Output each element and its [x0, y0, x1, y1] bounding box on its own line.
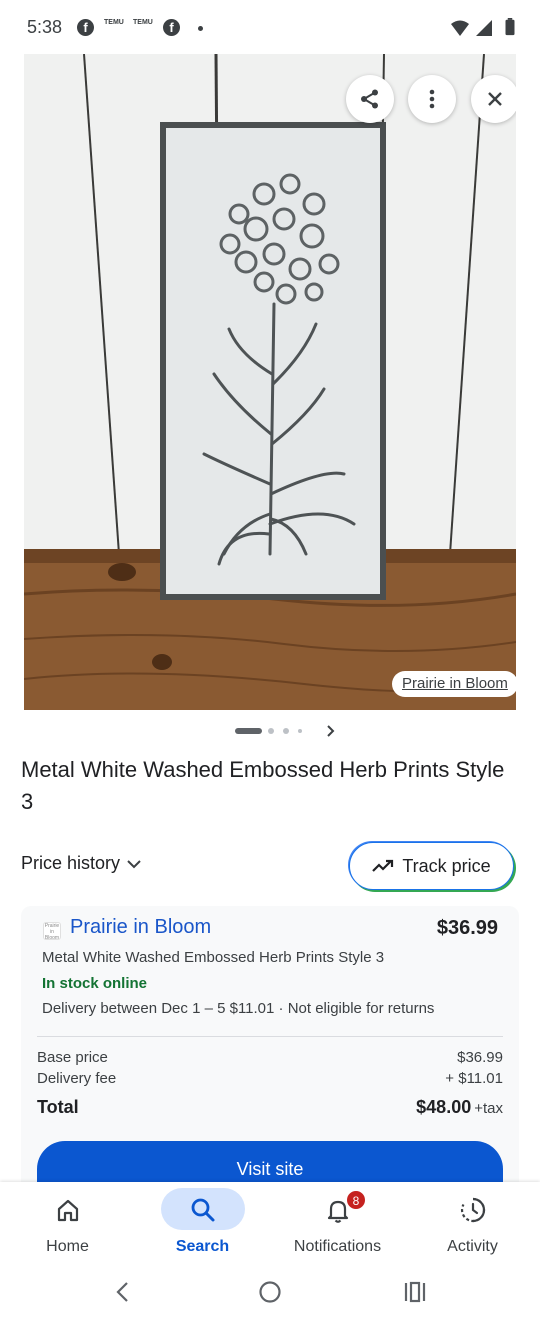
share-button[interactable]: [346, 75, 394, 123]
stock-status: In stock online: [42, 975, 148, 992]
bottom-navigation: Home Search 8 Notifications Activity: [0, 1182, 540, 1266]
search-icon: [191, 1198, 214, 1222]
pager-dot-active[interactable]: [235, 728, 262, 734]
pager-dot[interactable]: [268, 728, 274, 734]
nav-label-search: Search: [175, 1238, 230, 1255]
temu-icon: TEMU: [104, 19, 124, 26]
chevron-right-icon[interactable]: [325, 725, 335, 737]
system-back-button[interactable]: [107, 1276, 139, 1308]
share-icon: [361, 89, 378, 109]
facebook-icon: f: [77, 19, 94, 36]
status-bar: 5:38 f TEMU TEMU f: [0, 0, 540, 54]
system-home-button[interactable]: [254, 1276, 286, 1308]
recents-icon: [404, 1281, 426, 1303]
offer-card: Prairie in Bloom Prairie in Bloom $36.99…: [21, 906, 519, 1196]
dot-icon: [198, 26, 203, 31]
pager-dot[interactable]: [283, 728, 289, 734]
temu-icon: TEMU: [133, 19, 153, 26]
home-icon: [57, 1199, 78, 1222]
delivery-fee-label: Delivery fee: [37, 1070, 117, 1087]
store-name-link[interactable]: Prairie in Bloom: [70, 916, 211, 939]
delivery-fee-value: + $11.01: [445, 1070, 503, 1087]
notification-badge: 8: [346, 1190, 366, 1210]
total-label: Total: [37, 1097, 79, 1117]
facebook-icon: f: [163, 19, 180, 36]
total-tax: +tax: [474, 1100, 503, 1117]
close-icon: [488, 92, 502, 106]
image-pager: [0, 725, 540, 737]
nav-search[interactable]: Search: [135, 1182, 270, 1266]
offer-description: Metal White Washed Embossed Herb Prints …: [42, 949, 385, 966]
nav-notifications[interactable]: 8 Notifications: [270, 1182, 405, 1266]
price-history-toggle[interactable]: Price history: [21, 853, 142, 874]
nav-label-notifications: Notifications: [293, 1238, 382, 1255]
nav-label-activity: Activity: [447, 1238, 498, 1255]
more-vert-icon: [429, 89, 435, 109]
system-recents-button[interactable]: [399, 1276, 431, 1308]
trending-icon: [372, 859, 394, 872]
pager-dot[interactable]: [298, 729, 302, 733]
image-source-link[interactable]: Prairie in Bloom: [392, 671, 518, 697]
product-photo: [24, 54, 516, 710]
more-options-button[interactable]: [408, 75, 456, 123]
back-icon: [116, 1282, 128, 1302]
track-price-label: Track price: [402, 855, 491, 876]
nav-label-home: Home: [46, 1238, 89, 1255]
wifi-icon: [451, 20, 469, 36]
system-navigation-bar: [0, 1266, 540, 1320]
base-price-label: Base price: [37, 1049, 108, 1066]
track-price-button[interactable]: Track price: [349, 842, 514, 890]
offer-price: $36.99: [436, 917, 498, 939]
circle-home-icon: [259, 1281, 281, 1303]
signal-icon: [476, 20, 492, 36]
product-title: Metal White Washed Embossed Herb Prints …: [21, 757, 505, 814]
price-history-label: Price history: [21, 853, 121, 873]
base-price-value: $36.99: [457, 1049, 503, 1066]
total-value: $48.00 +tax: [416, 1097, 503, 1117]
status-time: 5:38: [27, 17, 63, 37]
product-image[interactable]: [24, 54, 516, 710]
store-logo: Prairie in Bloom: [43, 922, 61, 940]
battery-icon: [505, 18, 515, 36]
chevron-down-icon: [127, 859, 141, 868]
divider: [37, 1036, 503, 1037]
nav-home[interactable]: Home: [0, 1182, 135, 1266]
activity-icon: [460, 1197, 485, 1223]
nav-activity[interactable]: Activity: [405, 1182, 540, 1266]
delivery-info: Delivery between Dec 1 – 5 $11.01 · Not …: [42, 1000, 435, 1017]
close-button[interactable]: [471, 75, 516, 123]
